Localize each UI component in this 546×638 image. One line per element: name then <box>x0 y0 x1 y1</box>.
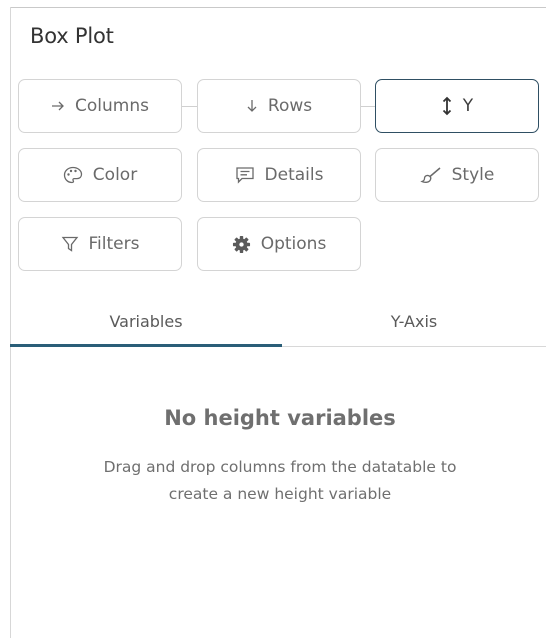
options-button[interactable]: Options <box>197 217 361 271</box>
filter-icon <box>61 235 79 253</box>
empty-state-description: Drag and drop columns from the datatable… <box>10 454 546 508</box>
button-connector <box>360 106 376 107</box>
details-button[interactable]: Details <box>197 148 361 202</box>
button-connector <box>182 106 198 107</box>
style-button-label: Style <box>451 165 495 185</box>
arrow-down-icon <box>246 99 258 113</box>
tab-y-axis-label: Y-Axis <box>390 311 438 331</box>
filters-button-label: Filters <box>88 234 140 254</box>
options-button-label: Options <box>260 234 327 254</box>
empty-state-line-2: create a new height variable <box>168 485 392 503</box>
details-button-label: Details <box>264 165 324 185</box>
columns-button-label: Columns <box>75 96 149 116</box>
filters-button[interactable]: Filters <box>18 217 182 271</box>
panel-top-border <box>10 7 546 8</box>
tab-variables-label: Variables <box>109 311 183 331</box>
y-button-label: Y <box>462 96 474 116</box>
tab-divider <box>282 346 546 347</box>
y-button[interactable]: Y <box>375 79 539 133</box>
active-tab-indicator <box>10 344 282 347</box>
rows-button[interactable]: Rows <box>197 79 361 133</box>
empty-state-line-1: Drag and drop columns from the datatable… <box>103 458 457 476</box>
empty-state-title: No height variables <box>164 406 396 430</box>
palette-icon <box>63 166 83 184</box>
columns-button[interactable]: Columns <box>18 79 182 133</box>
arrow-right-icon <box>51 100 65 112</box>
tab-y-axis[interactable]: Y-Axis <box>282 296 546 346</box>
color-button-label: Color <box>92 165 138 185</box>
rows-button-label: Rows <box>267 96 313 116</box>
vertical-arrows-icon <box>441 96 453 116</box>
panel-title: Box Plot <box>30 24 114 48</box>
comment-icon <box>235 166 255 184</box>
brush-icon <box>419 166 442 184</box>
style-button[interactable]: Style <box>375 148 539 202</box>
color-button[interactable]: Color <box>18 148 182 202</box>
gear-icon <box>232 235 251 254</box>
tab-variables[interactable]: Variables <box>10 296 282 346</box>
